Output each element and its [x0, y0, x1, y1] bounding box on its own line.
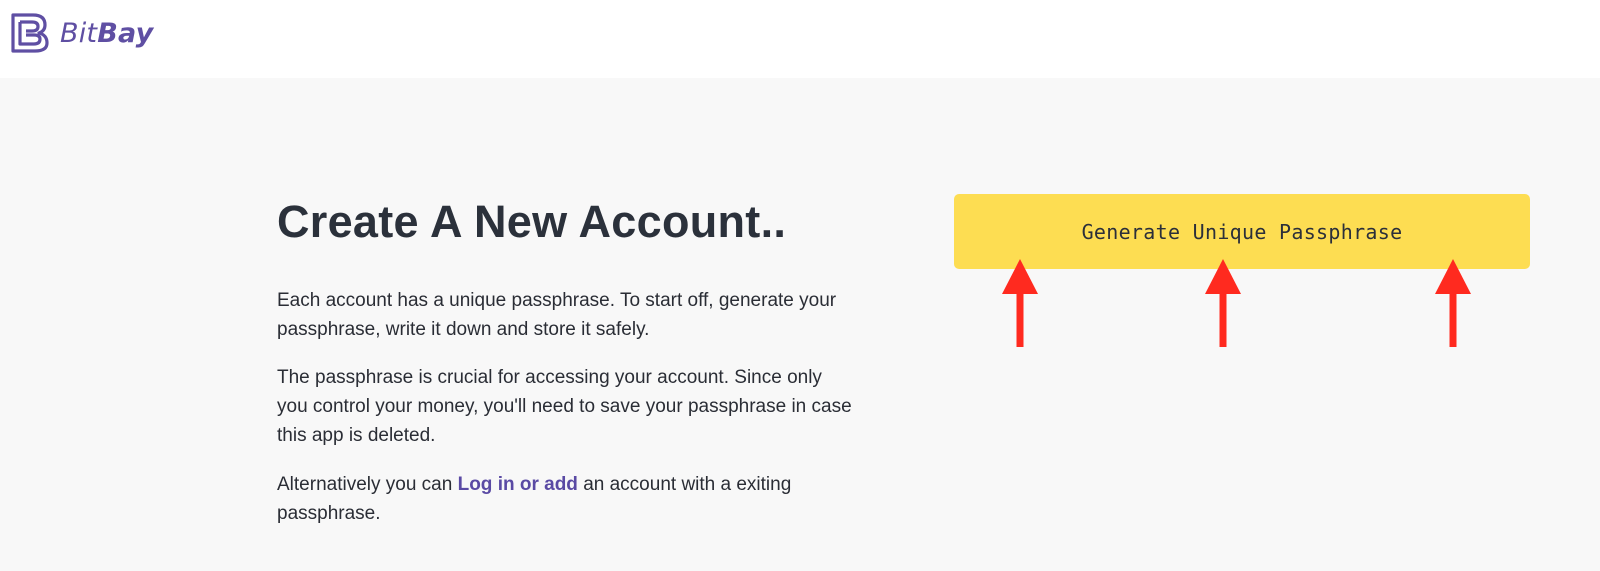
intro-paragraph: Each account has a unique passphrase. To… — [277, 290, 837, 340]
up-arrow-icon — [1435, 259, 1471, 347]
logo-text-bay: Bay — [97, 17, 154, 49]
bitbay-logo-icon — [11, 13, 49, 53]
up-arrow-icon — [1205, 259, 1241, 347]
top-bar: BitBay — [0, 0, 1600, 78]
alternative-login-paragraph: Alternatively you can Log in or add an a… — [277, 470, 857, 528]
bitbay-logo[interactable]: BitBay — [10, 12, 153, 54]
alt-text-before: Alternatively you can — [277, 474, 458, 495]
up-arrow-icon — [1002, 259, 1038, 347]
bitbay-logo-text: BitBay — [60, 18, 153, 49]
login-or-add-link[interactable]: Log in or add — [458, 474, 578, 495]
passphrase-info-paragraph: The passphrase is crucial for accessing … — [277, 367, 852, 446]
create-account-section: Create A New Account.. Each account has … — [277, 196, 877, 524]
logo-text-bit: Bit — [60, 17, 98, 49]
page-title: Create A New Account.. — [277, 196, 787, 247]
